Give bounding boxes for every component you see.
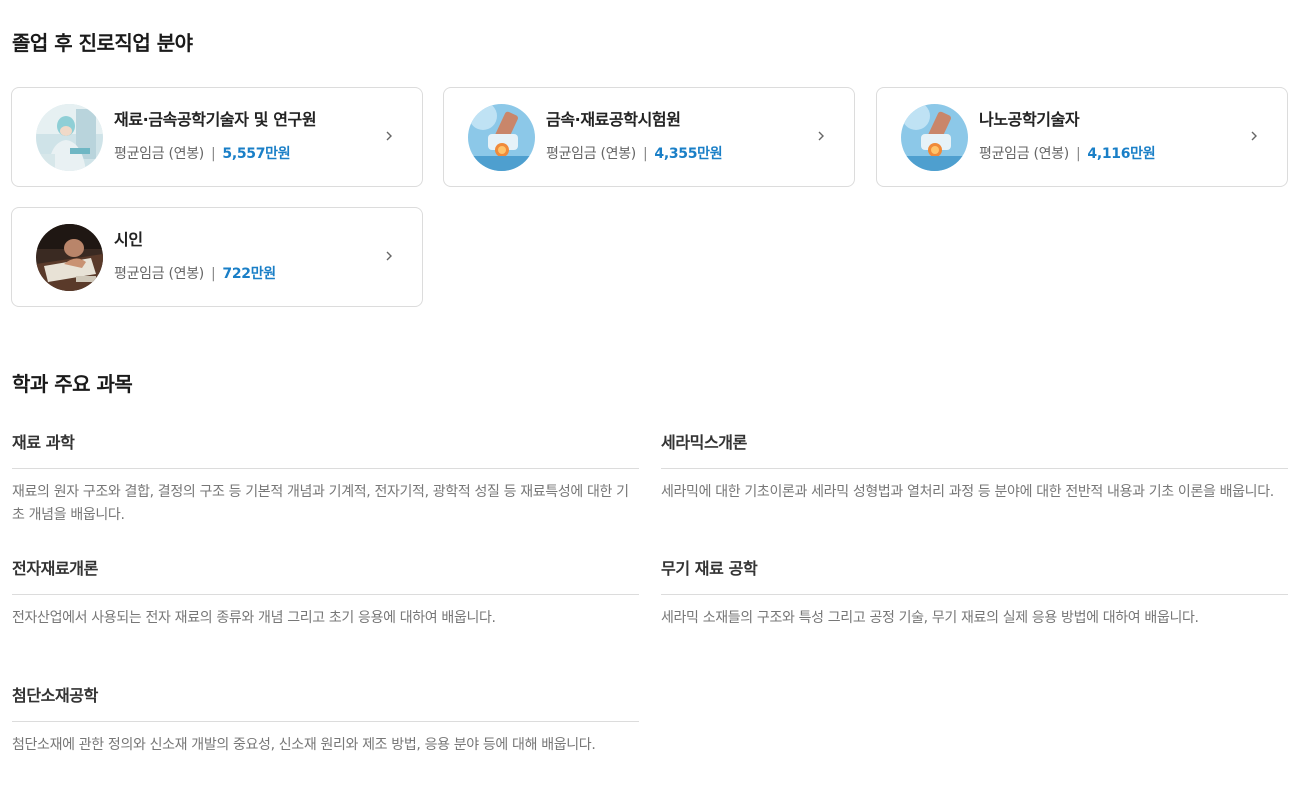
salary-separator: | (210, 266, 216, 282)
subject-name: 세라믹스개론 (661, 433, 747, 452)
career-card[interactable]: 나노공학기술자 평균임금 (연봉) | 4,116만원 (876, 87, 1288, 187)
salary-separator: | (210, 146, 216, 162)
subject-name: 첨단소재공학 (12, 686, 98, 705)
salary-label: 평균임금 (연봉) (114, 146, 204, 162)
subject-description: 세라믹 소재들의 구조와 특성 그리고 공정 기술, 무기 재료의 실제 응용 … (661, 610, 1199, 626)
subject-description: 전자산업에서 사용되는 전자 재료의 종류와 개념 그리고 초기 응용에 대하여… (12, 610, 496, 626)
subject-item: 세라믹스개론 세라믹에 대한 기초이론과 세라믹 성형법과 열처리 과정 등 분… (661, 431, 1288, 504)
salary-value: 5,557만원 (222, 146, 291, 162)
subject-divider (12, 468, 639, 469)
career-name: 나노공학기술자 (979, 110, 1080, 129)
subject-item: 무기 재료 공학 세라믹 소재들의 구조와 특성 그리고 공정 기술, 무기 재… (661, 557, 1288, 630)
subject-description: 세라믹에 대한 기초이론과 세라믹 성형법과 열처리 과정 등 분야에 대한 전… (661, 484, 1274, 500)
subject-description: 첨단소재에 관한 정의와 신소재 개발의 중요성, 신소재 원리와 제조 방법,… (12, 737, 596, 753)
subject-name: 전자재료개론 (12, 559, 98, 578)
salary-separator: | (642, 146, 648, 162)
career-name: 재료·금속공학기술자 및 연구원 (114, 110, 317, 129)
career-salary: 평균임금 (연봉) | 4,355만원 (546, 143, 723, 163)
salary-label: 평균임금 (연봉) (546, 146, 636, 162)
career-salary: 평균임금 (연봉) | 722만원 (114, 263, 276, 283)
salary-separator: | (1075, 146, 1081, 162)
career-card[interactable]: 시인 평균임금 (연봉) | 722만원 (11, 207, 423, 307)
career-salary: 평균임금 (연봉) | 4,116만원 (979, 143, 1156, 163)
subject-item: 재료 과학 재료의 원자 구조와 결합, 결정의 구조 등 기본적 개념과 기계… (12, 431, 639, 527)
subject-divider (661, 594, 1288, 595)
salary-label: 평균임금 (연봉) (114, 266, 204, 282)
chevron-right-icon (386, 251, 392, 261)
chevron-right-icon (1251, 131, 1257, 141)
salary-value: 4,116만원 (1087, 146, 1156, 162)
chevron-right-icon (386, 131, 392, 141)
chevron-right-icon (818, 131, 824, 141)
career-thumbnail-lab-researcher (36, 104, 103, 171)
salary-value: 722만원 (222, 266, 276, 282)
subject-item: 전자재료개론 전자산업에서 사용되는 전자 재료의 종류와 개념 그리고 초기 … (12, 557, 639, 630)
career-card[interactable]: 재료·금속공학기술자 및 연구원 평균임금 (연봉) | 5,557만원 (11, 87, 423, 187)
subject-name: 무기 재료 공학 (661, 559, 758, 578)
subject-divider (661, 468, 1288, 469)
career-card[interactable]: 금속·재료공학시험원 평균임금 (연봉) | 4,355만원 (443, 87, 855, 187)
subject-divider (12, 721, 639, 722)
subject-divider (12, 594, 639, 595)
career-name: 금속·재료공학시험원 (546, 110, 681, 129)
career-thumbnail-writing-desk (36, 224, 103, 291)
subject-name: 재료 과학 (12, 433, 75, 452)
salary-value: 4,355만원 (654, 146, 723, 162)
career-name: 시인 (114, 230, 143, 249)
subject-description: 재료의 원자 구조와 결합, 결정의 구조 등 기본적 개념과 기계적, 전자기… (12, 484, 629, 523)
career-salary: 평균임금 (연봉) | 5,557만원 (114, 143, 291, 163)
salary-label: 평균임금 (연봉) (979, 146, 1069, 162)
career-thumbnail-lab-test-tubes (468, 104, 535, 171)
subject-item: 첨단소재공학 첨단소재에 관한 정의와 신소재 개발의 중요성, 신소재 원리와… (12, 684, 639, 757)
subjects-section-title: 학과 주요 과목 (12, 372, 133, 396)
career-thumbnail-lab-test-tubes (901, 104, 968, 171)
careers-section-title: 졸업 후 진로직업 분야 (12, 31, 193, 55)
